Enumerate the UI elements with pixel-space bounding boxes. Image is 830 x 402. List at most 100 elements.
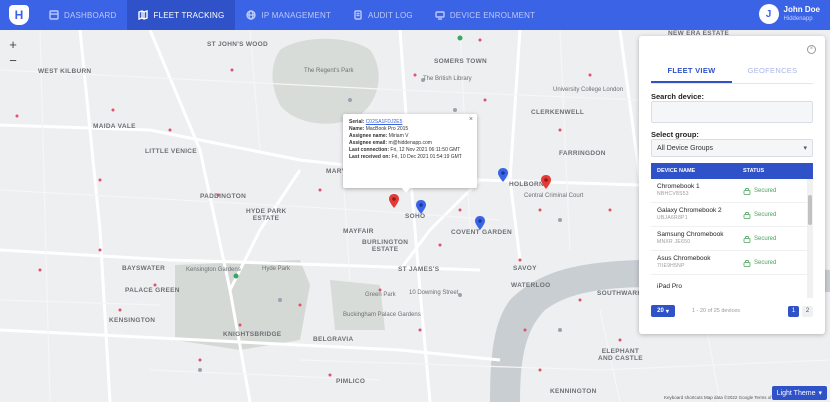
theme-toggle-button[interactable]: Light Theme ▾ <box>771 386 827 400</box>
top-navigation-bar: H DASHBOARD FLEET TRACKING IP MANAGEMENT… <box>0 0 830 30</box>
map-label: PALACE GREEN <box>125 287 180 294</box>
popup-assignee-label: Assignee name: <box>349 133 388 139</box>
popup-serial-label: Serial: <box>349 119 365 125</box>
map-label: BURLINGTON ESTATE <box>362 239 409 253</box>
map-label: HYDE PARK ESTATE <box>246 208 287 222</box>
device-status: Secured <box>754 211 777 218</box>
devices-table-header: DEVICE NAME STATUS <box>651 163 813 179</box>
popup-connection-label: Last connection: <box>349 147 390 153</box>
page-button-2[interactable]: 2 <box>802 305 813 317</box>
scrollbar-thumb[interactable] <box>808 195 812 225</box>
nav-audit-log[interactable]: AUDIT LOG <box>342 0 424 30</box>
column-status[interactable]: STATUS <box>743 168 803 174</box>
device-serial: 7IIE9H5NP <box>657 263 685 269</box>
popup-close-button[interactable]: × <box>469 116 473 123</box>
zoom-in-button[interactable]: + <box>5 36 21 52</box>
lock-icon <box>743 235 751 243</box>
table-row[interactable]: Samsung Chromebook MNXR JE650 Secured <box>651 227 813 251</box>
popup-email-value: m@hiddenapp.com <box>388 140 432 146</box>
device-name: Chromebook 1 <box>657 183 700 190</box>
per-page-value: 20 <box>657 308 664 314</box>
nav-dashboard[interactable]: DASHBOARD <box>38 0 127 30</box>
nav-dashboard-label: DASHBOARD <box>64 10 117 20</box>
avatar[interactable]: J <box>758 4 779 24</box>
nav-fleet-tracking[interactable]: FLEET TRACKING <box>127 0 236 30</box>
map-label: ST JAMES'S <box>398 266 440 273</box>
device-pin-red[interactable] <box>541 175 551 189</box>
devices-table: DEVICE NAME STATUS Chromebook 1 NBHCV8S53… <box>651 163 813 298</box>
popup-assignee-value: Miriam V <box>388 133 409 139</box>
app-logo[interactable]: H <box>9 5 29 25</box>
map-place: The British Library <box>423 76 472 82</box>
device-status: Secured <box>754 235 777 242</box>
device-pin-blue[interactable] <box>475 216 485 230</box>
per-page-select[interactable]: 20 ▾ <box>651 305 675 317</box>
page-button-1[interactable]: 1 <box>788 305 799 317</box>
device-name: Samsung Chromebook <box>657 231 724 238</box>
regents-park-shape <box>272 38 379 124</box>
device-serial: UBJA6R8P1 <box>657 215 688 221</box>
map-label: PIMLICO <box>336 378 366 385</box>
device-pin-blue[interactable] <box>416 200 426 214</box>
popup-serial-link[interactable]: C02SA1FDJ2E5 <box>366 119 403 125</box>
device-pin-blue[interactable] <box>498 168 508 182</box>
lock-icon <box>743 187 751 195</box>
map-place: Green Park <box>365 292 396 298</box>
map-place: University College London <box>553 87 624 93</box>
user-menu[interactable]: J John Doe Hiddenapp <box>758 4 820 24</box>
log-icon <box>354 10 362 20</box>
device-name: Galaxy Chromebook 2 <box>657 207 722 214</box>
table-row[interactable]: Asus Chromebook 7IIE9H5NP Secured <box>651 251 813 275</box>
user-name: John Doe <box>783 5 820 14</box>
pagination: 20 ▾ 1 - 20 of 25 devices 1 2 <box>651 304 813 318</box>
device-status: Secured <box>754 259 777 266</box>
map-label: BELGRAVIA <box>313 336 354 343</box>
nav-fleet-tracking-label: FLEET TRACKING <box>153 10 225 20</box>
table-row[interactable]: Chromebook 1 NBHCV8S53 Secured <box>651 179 813 203</box>
device-serial: MNXR JE650 <box>657 239 691 245</box>
tab-geofences[interactable]: GEOFENCES <box>732 66 813 83</box>
map-label: MAYFAIR <box>343 228 374 235</box>
search-device-input[interactable] <box>651 101 813 123</box>
map-label: KENNINGTON <box>550 388 597 395</box>
popup-name-value: MacBook Pro 2015 <box>365 126 409 132</box>
nav-device-enrolment-label: DEVICE ENROLMENT <box>449 10 536 20</box>
map-place: Central Criminal Court <box>524 193 584 199</box>
tab-fleet-view[interactable]: FLEET VIEW <box>651 66 732 83</box>
device-group-value: All Device Groups <box>657 144 714 152</box>
nav-ip-management-label: IP MANAGEMENT <box>261 10 332 20</box>
column-device-name[interactable]: DEVICE NAME <box>651 168 743 174</box>
table-scrollbar[interactable] <box>807 179 813 298</box>
zoom-out-button[interactable]: − <box>5 52 21 68</box>
panel-close-button[interactable]: × <box>807 45 816 54</box>
device-name: Asus Chromebook <box>657 255 711 262</box>
popup-email-label: Assignee email: <box>349 140 388 146</box>
map-label: FARRINGDON <box>559 150 606 157</box>
nav-device-enrolment[interactable]: DEVICE ENROLMENT <box>424 0 546 30</box>
search-device-label: Search device: <box>651 92 704 101</box>
table-row[interactable]: Galaxy Chromebook 2 UBJA6R8P1 Secured <box>651 203 813 227</box>
table-row[interactable]: iPad Pro <box>651 275 813 298</box>
device-serial: NBHCV8S53 <box>657 191 689 197</box>
map-label: SAVOY <box>513 265 537 272</box>
panel-tabs: FLEET VIEW GEOFENCES <box>651 66 813 84</box>
map-label: WEST KILBURN <box>38 68 92 75</box>
zoom-controls: + − <box>5 36 21 68</box>
lock-icon <box>743 211 751 219</box>
dashboard-icon <box>49 10 59 20</box>
map-label: BAYSWATER <box>122 265 166 272</box>
popup-received-value: Fri, 10 Dec 2021 01:54:19 GMT <box>391 154 462 160</box>
theme-button-label: Light Theme <box>776 389 816 397</box>
map-label: COVENT GARDEN <box>451 229 512 236</box>
popup-connection-value: Fri, 12 Nov 2021 06:11:50 GMT <box>390 147 461 153</box>
map-label: SOMERS TOWN <box>434 58 488 65</box>
popup-tail <box>401 187 411 193</box>
lock-icon <box>743 259 751 267</box>
nav-ip-management[interactable]: IP MANAGEMENT <box>235 0 342 30</box>
device-group-select[interactable]: All Device Groups ▾ <box>651 139 813 157</box>
device-pin-red[interactable] <box>389 194 399 208</box>
map-label: CLERKENWELL <box>531 109 585 116</box>
chevron-down-icon: ▾ <box>818 390 822 397</box>
green-park-shape <box>330 280 385 330</box>
map-place: The Regent's Park <box>304 68 354 74</box>
